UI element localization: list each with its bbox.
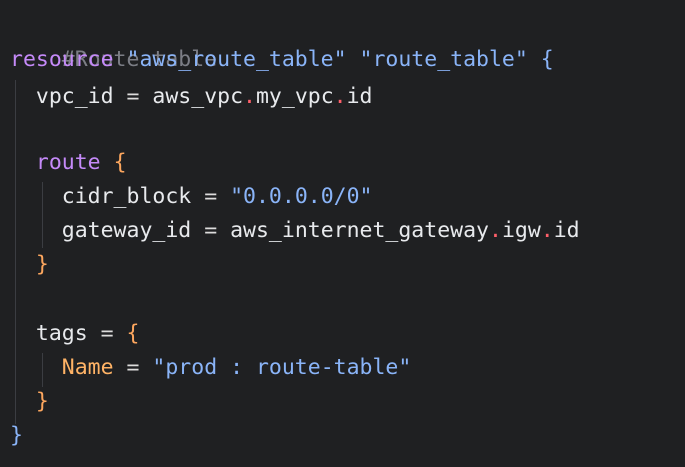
reference-part: id — [346, 84, 373, 109]
code-line: } — [10, 248, 49, 282]
reference-part: igw — [501, 218, 541, 243]
equals-operator: = — [100, 321, 114, 346]
dot-operator: . — [488, 218, 502, 243]
equals-operator: = — [126, 84, 140, 109]
attribute-key: tags — [35, 321, 88, 346]
code-line: vpc_id = aws_vpc.my_vpc.id — [10, 80, 373, 114]
code-line: cidr_block = "0.0.0.0/0" — [10, 180, 373, 214]
code-line: resource "aws_route_table" "route_table"… — [10, 43, 554, 77]
route-keyword: route — [35, 150, 101, 175]
dot-operator: . — [540, 218, 554, 243]
code-line: gateway_id = aws_internet_gateway.igw.id — [10, 214, 580, 248]
code-editor[interactable]: #Route table resource "aws_route_table" … — [0, 0, 685, 467]
equals-operator: = — [204, 184, 218, 209]
code-line: tags = { — [10, 317, 140, 351]
dot-operator: . — [243, 84, 256, 109]
code-line: } — [10, 385, 49, 419]
open-brace: { — [126, 321, 140, 346]
open-brace: { — [113, 150, 127, 175]
attribute-key: Name — [61, 355, 114, 380]
close-brace: } — [35, 252, 49, 277]
attribute-key: cidr_block — [61, 184, 192, 209]
dot-operator: . — [333, 84, 347, 109]
reference-part: aws_internet_gateway — [230, 218, 489, 243]
equals-operator: = — [204, 218, 218, 243]
close-brace: } — [10, 423, 23, 448]
code-line: } — [10, 419, 23, 453]
attribute-key: vpc_id — [35, 84, 114, 109]
string-value: "prod : route-table" — [152, 355, 412, 380]
reference-part: my_vpc — [255, 84, 334, 109]
reference-part: aws_vpc — [152, 84, 244, 109]
open-brace: { — [540, 47, 554, 72]
code-line: #Route table — [10, 9, 217, 72]
string-value: "0.0.0.0/0" — [230, 184, 373, 209]
equals-operator: = — [126, 355, 140, 380]
reference-part: id — [553, 218, 580, 243]
close-brace: } — [35, 389, 49, 414]
resource-name: "route_table" — [359, 47, 528, 72]
code-line: route { — [10, 146, 127, 180]
attribute-key: gateway_id — [61, 218, 192, 243]
resource-type: "aws_route_table" — [126, 47, 347, 72]
resource-keyword: resource — [10, 47, 114, 72]
code-line: Name = "prod : route-table" — [10, 351, 412, 385]
